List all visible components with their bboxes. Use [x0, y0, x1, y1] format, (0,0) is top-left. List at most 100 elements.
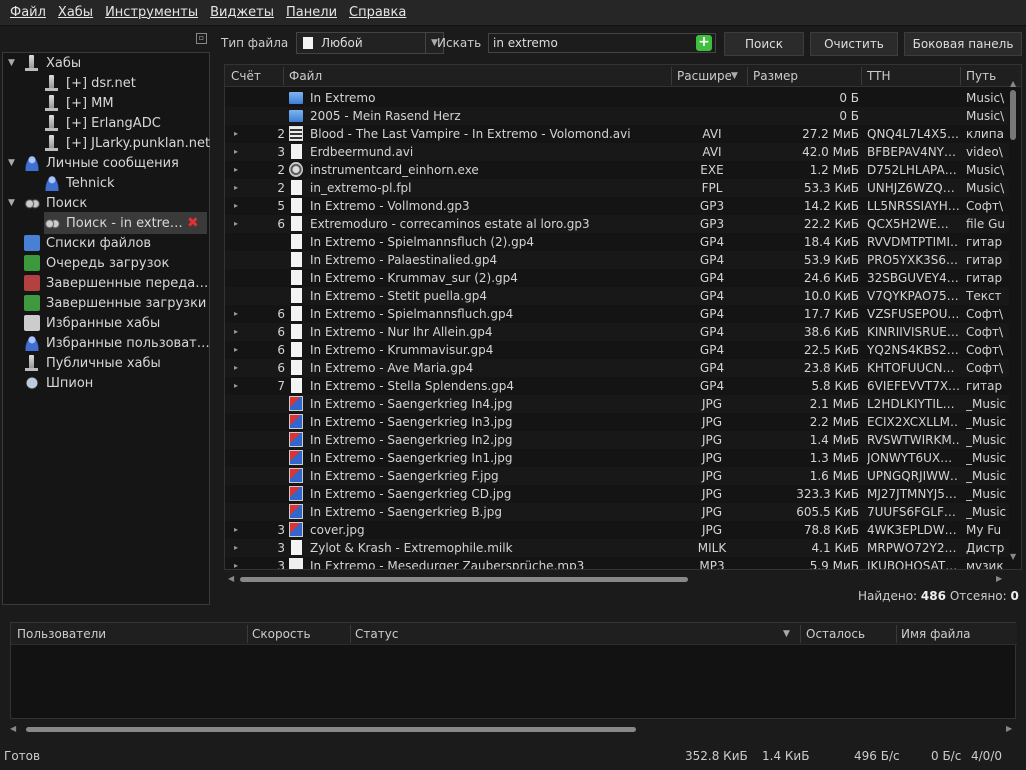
- file-icon: [291, 270, 302, 285]
- tree-item-search-tab[interactable]: Поиск - in extre…: [44, 213, 183, 233]
- tree-item-finished-downloads[interactable]: Завершенные загрузки: [24, 293, 206, 313]
- menu-widgets[interactable]: Виджеты: [204, 5, 280, 20]
- menu-tools[interactable]: Инструменты: [99, 5, 204, 20]
- tree-group-search[interactable]: ▼ Поиск: [8, 193, 87, 213]
- tree-item-file-lists[interactable]: Списки файлов: [24, 233, 151, 253]
- expand-arrow-icon[interactable]: ▼: [8, 198, 24, 208]
- table-row[interactable]: ▸ 6 In Extremo - Nur Ihr Allein.gp4 GP4 38.6…: [225, 323, 1009, 341]
- file-name: In Extremo - Mesedurger Zaubersprüche.mp…: [310, 559, 585, 570]
- table-row[interactable]: In Extremo - Saengerkrieg In4.jpg JPG 2.1 …: [225, 395, 1009, 413]
- table-row[interactable]: In Extremo - Stetit puella.gp4 GP4 10.0 Ки…: [225, 287, 1009, 305]
- table-row[interactable]: In Extremo - Palaestinalied.gp4 GP4 53.9 К…: [225, 251, 1009, 269]
- tree-item-public-hubs[interactable]: Публичные хабы: [24, 353, 161, 373]
- scroll-down-icon[interactable]: ▼: [1010, 552, 1016, 561]
- file-extension: MP3: [699, 559, 725, 570]
- column-filename[interactable]: Имя файла: [901, 627, 971, 641]
- column-extension[interactable]: Расшире: [677, 69, 731, 83]
- table-row[interactable]: In Extremo 0 Б Music\: [225, 89, 1009, 107]
- column-count[interactable]: Счёт: [231, 69, 261, 83]
- table-row[interactable]: In Extremo - Spielmannsfluch (2).gp4 GP4 1…: [225, 233, 1009, 251]
- scroll-left-icon[interactable]: ◀: [228, 574, 234, 583]
- results-horizontal-scrollbar[interactable]: [230, 574, 1004, 584]
- file-type-select[interactable]: Любой ▼: [296, 32, 444, 54]
- table-row[interactable]: ▸ 6 In Extremo - Ave Maria.gp4 GP4 23.8 КиБ K…: [225, 359, 1009, 377]
- table-row[interactable]: In Extremo - Saengerkrieg In3.jpg JPG 2.2 …: [225, 413, 1009, 431]
- tree-item-hub[interactable]: [+] dsr.net: [44, 73, 136, 93]
- table-row[interactable]: In Extremo - Saengerkrieg CD.jpg JPG 323.3…: [225, 485, 1009, 503]
- close-icon[interactable]: ✖: [187, 216, 201, 230]
- file-tth: KINRIIVISRUE…: [867, 325, 959, 339]
- tree-item-download-queue[interactable]: Очередь загрузок: [24, 253, 169, 273]
- table-row[interactable]: ▸ 3 In Extremo - Mesedurger Zaubersprüche.…: [225, 557, 1009, 570]
- column-speed[interactable]: Скорость: [252, 627, 311, 641]
- search-input[interactable]: [488, 33, 716, 53]
- file-tth: 7UUFS6FGLF…: [867, 505, 956, 519]
- file-tth: MRPWO72Y2…: [867, 541, 957, 555]
- expand-arrow-icon[interactable]: ▼: [8, 58, 24, 68]
- column-path[interactable]: Путь: [966, 69, 996, 83]
- table-row[interactable]: In Extremo - Saengerkrieg In1.jpg JPG 1.3 …: [225, 449, 1009, 467]
- tree-item-favorite-users[interactable]: Избранные пользоват…: [24, 333, 210, 353]
- tree-item-favorite-hubs[interactable]: Избранные хабы: [24, 313, 160, 333]
- scroll-right-icon[interactable]: ▶: [996, 574, 1002, 583]
- tree-item-hub[interactable]: [+] JLarky.punklan.net: [44, 133, 210, 153]
- tree-group-private-messages[interactable]: ▼ Личные сообщения: [8, 153, 179, 173]
- file-name: Blood - The Last Vampire - In Extremo - …: [310, 127, 631, 141]
- tree-item-hub[interactable]: [+] MM: [44, 93, 114, 113]
- menu-panels[interactable]: Панели: [280, 5, 343, 20]
- column-tth[interactable]: TTH: [867, 69, 890, 83]
- scrollbar-thumb[interactable]: [1010, 90, 1016, 140]
- tree-label: Шпион: [46, 375, 94, 391]
- table-row[interactable]: 2005 - Mein Rasend Herz 0 Б Music\: [225, 107, 1009, 125]
- panel-restore-icon[interactable]: ▫: [196, 33, 207, 44]
- scroll-right-icon[interactable]: ▶: [1006, 724, 1012, 733]
- clear-button[interactable]: Очистить: [810, 32, 898, 56]
- column-status[interactable]: Статус: [355, 627, 398, 641]
- tree-item-private-message[interactable]: Tehnick: [44, 173, 115, 193]
- results-vertical-scrollbar[interactable]: [1009, 88, 1017, 548]
- scrollbar-thumb[interactable]: [240, 577, 688, 582]
- table-row[interactable]: In Extremo - Krummav_sur (2).gp4 GP4 24.6 …: [225, 269, 1009, 287]
- menu-file[interactable]: Файл: [4, 5, 52, 20]
- menu-hubs[interactable]: Хабы: [52, 5, 99, 20]
- scroll-up-icon[interactable]: ▲: [1010, 79, 1016, 88]
- favorite-user-icon: [24, 335, 40, 351]
- total-size: 1.4 КиБ: [762, 749, 810, 763]
- column-size[interactable]: Размер: [753, 69, 798, 83]
- column-file[interactable]: Файл: [289, 69, 322, 83]
- table-row[interactable]: ▸ 3 cover.jpg JPG 78.8 КиБ 4WK3EPLDW… My Fu: [225, 521, 1009, 539]
- table-row[interactable]: ▸ 3 Zylot & Krash - Extremophile.milk MILK 4…: [225, 539, 1009, 557]
- table-row[interactable]: ▸ 2 instrumentcard_einhorn.exe EXE 1.2 МиБ D7…: [225, 161, 1009, 179]
- table-row[interactable]: ▸ 5 In Extremo - Vollmond.gp3 GP3 14.2 КиБ LL…: [225, 197, 1009, 215]
- table-row[interactable]: ▸ 2 in_extremo-pl.fpl FPL 53.3 КиБ UNHJZ6WZQ……: [225, 179, 1009, 197]
- tree-item-finished-uploads[interactable]: Завершенные переда…: [24, 273, 208, 293]
- favorite-hub-icon: [24, 315, 40, 331]
- scrollbar-thumb[interactable]: [26, 727, 636, 732]
- table-row[interactable]: ▸ 7 In Extremo - Stella Splendens.gp4 GP4 5.…: [225, 377, 1009, 395]
- table-row[interactable]: ▸ 6 In Extremo - Spielmannsfluch.gp4 GP4 17.…: [225, 305, 1009, 323]
- column-remaining[interactable]: Осталось: [806, 627, 865, 641]
- table-row[interactable]: ▸ 6 Extremoduro - correcaminos estate al l…: [225, 215, 1009, 233]
- column-users[interactable]: Пользователи: [17, 627, 106, 641]
- table-row[interactable]: In Extremo - Saengerkrieg In2.jpg JPG 1.4 …: [225, 431, 1009, 449]
- file-tth: KHTOFUUCN…: [867, 361, 955, 375]
- file-extension: EXE: [700, 163, 724, 177]
- queue-icon: [24, 255, 40, 271]
- table-row[interactable]: ▸ 6 In Extremo - Krummavisur.gp4 GP4 22.5 Ки…: [225, 341, 1009, 359]
- tree-item-spy[interactable]: Шпион: [24, 373, 93, 393]
- table-row[interactable]: ▸ 3 Erdbeermund.avi AVI 42.0 МиБ BFBEPAV4NY… v…: [225, 143, 1009, 161]
- scroll-left-icon[interactable]: ◀: [10, 724, 16, 733]
- add-icon[interactable]: +: [696, 35, 712, 51]
- table-row[interactable]: In Extremo - Saengerkrieg B.jpg JPG 605.5 …: [225, 503, 1009, 521]
- expand-arrow-icon[interactable]: ▼: [8, 158, 24, 168]
- tree-group-hubs[interactable]: ▼ Хабы: [8, 53, 81, 73]
- menu-help[interactable]: Справка: [343, 5, 412, 20]
- file-icon: [291, 144, 302, 159]
- file-extension: JPG: [701, 505, 723, 519]
- transfers-horizontal-scrollbar[interactable]: [12, 724, 1014, 734]
- table-row[interactable]: ▸ 2 Blood - The Last Vampire - In Extremo …: [225, 125, 1009, 143]
- table-row[interactable]: In Extremo - Saengerkrieg F.jpg JPG 1.6 Ми…: [225, 467, 1009, 485]
- tree-item-hub[interactable]: [+] ErlangADC: [44, 113, 161, 133]
- search-button[interactable]: Поиск: [724, 32, 804, 56]
- sidebar-button[interactable]: Боковая панель: [904, 32, 1022, 56]
